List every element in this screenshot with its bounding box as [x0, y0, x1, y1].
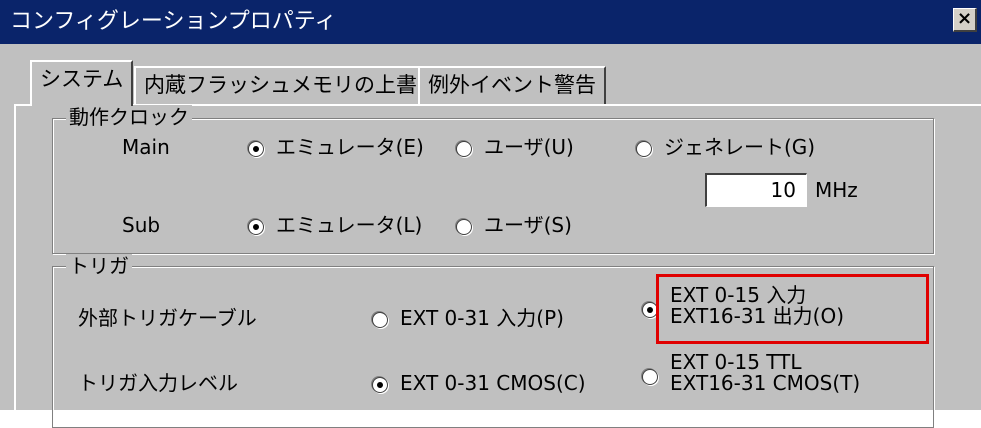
configuration-properties-dialog: コンフィグレーションプロパティ × システム 内蔵フラッシュメモリの上書き 例外…	[0, 0, 981, 428]
sub-user-radio[interactable]: ユーザ(S)	[456, 212, 572, 238]
close-button[interactable]: ×	[953, 8, 977, 32]
clock-group-label: 動作クロック	[66, 105, 192, 129]
cable-opt2-line2: EXT16-31 出力(O)	[670, 304, 845, 328]
window-title: コンフィグレーションプロパティ	[10, 9, 337, 34]
radio-unchecked-icon	[456, 141, 472, 157]
radio-checked-icon	[248, 219, 264, 235]
level-opt2-line1: EXT 0-15 TTL	[670, 350, 802, 374]
main-clock-label: Main	[122, 135, 170, 159]
frequency-input[interactable]: 10	[705, 173, 807, 207]
close-icon: ×	[956, 8, 973, 29]
main-generate-radio[interactable]: ジェネレート(G)	[636, 134, 815, 160]
cable-ext0-15-input-ext16-31-output-radio[interactable]: EXT 0-15 入力 EXT16-31 出力(O)	[642, 285, 844, 327]
main-emulator-radio[interactable]: エミュレータ(E)	[248, 134, 424, 160]
radio-checked-icon	[248, 141, 264, 157]
radio-unchecked-icon	[636, 141, 652, 157]
radio-checked-icon	[642, 302, 658, 318]
tab-system[interactable]: システム	[30, 60, 134, 106]
trigger-group-label: トリガ	[66, 254, 132, 278]
external-trigger-cable-label: 外部トリガケーブル	[78, 306, 257, 330]
main-user-radio[interactable]: ユーザ(U)	[456, 134, 574, 160]
radio-checked-icon	[372, 377, 388, 393]
radio-unchecked-icon	[456, 219, 472, 235]
level-ext0-15-ttl-ext16-31-cmos-radio[interactable]: EXT 0-15 TTL EXT16-31 CMOS(T)	[642, 352, 860, 394]
sub-clock-label: Sub	[122, 213, 161, 237]
radio-unchecked-icon	[372, 312, 388, 328]
sub-emulator-radio[interactable]: エミュレータ(L)	[248, 212, 422, 238]
tab-exception-event-warning[interactable]: 例外イベント警告	[418, 66, 606, 104]
title-bar[interactable]: コンフィグレーションプロパティ ×	[0, 0, 981, 44]
frequency-unit: MHz	[815, 178, 858, 202]
level-opt2-line2: EXT16-31 CMOS(T)	[670, 371, 861, 395]
level-ext0-31-cmos-radio[interactable]: EXT 0-31 CMOS(C)	[372, 370, 586, 396]
tab-flash-overwrite[interactable]: 内蔵フラッシュメモリの上書き	[134, 66, 448, 104]
radio-unchecked-icon	[642, 369, 658, 385]
cable-opt2-line1: EXT 0-15 入力	[670, 283, 807, 307]
trigger-input-level-label: トリガ入力レベル	[78, 371, 238, 395]
cable-ext0-31-input-radio[interactable]: EXT 0-31 入力(P)	[372, 305, 564, 331]
